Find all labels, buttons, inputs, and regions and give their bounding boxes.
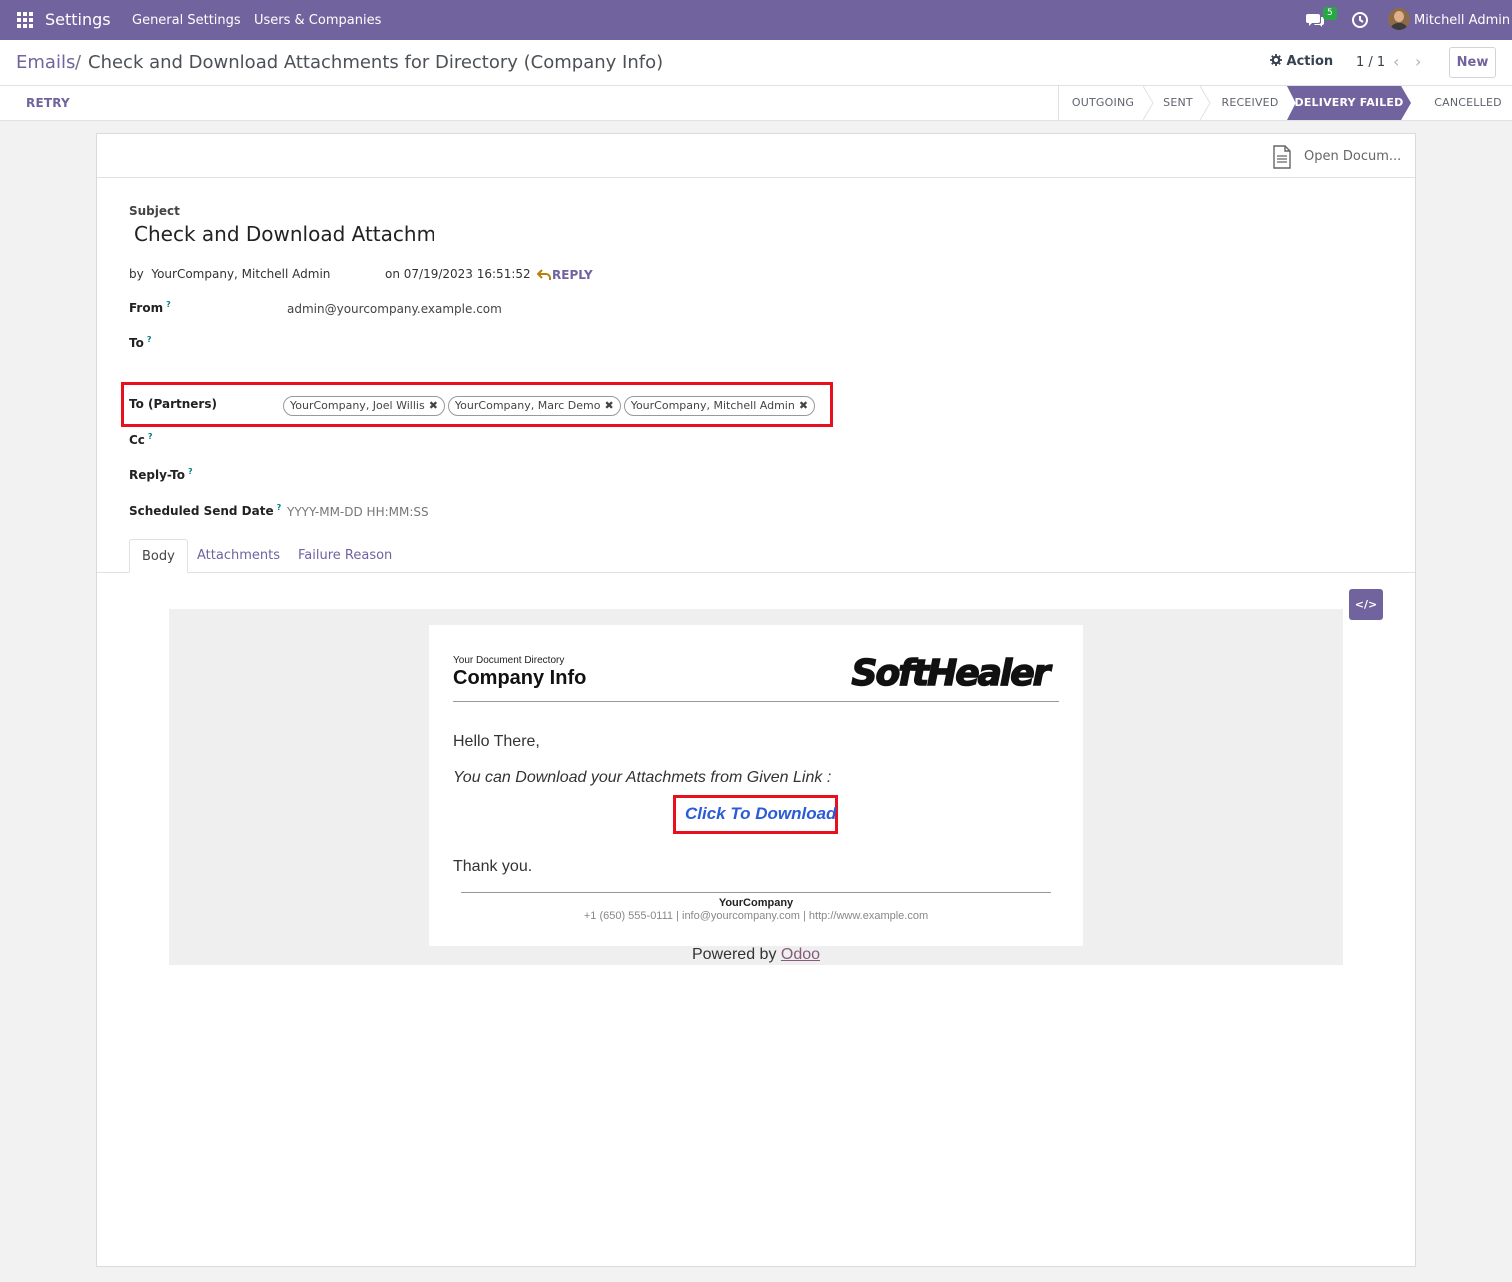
from-label: From? <box>129 300 171 315</box>
help-icon[interactable]: ? <box>188 467 193 476</box>
scheduled-date-input[interactable]: YYYY-MM-DD HH:MM:SS <box>287 505 429 519</box>
document-icon[interactable] <box>1272 145 1292 169</box>
reply-icon[interactable] <box>537 269 551 281</box>
partner-tag-label: YourCompany, Joel Willis <box>290 399 425 412</box>
open-document-button[interactable]: Open Docum... <box>1304 149 1401 164</box>
pager-value[interactable]: 1 / 1 <box>1356 55 1385 70</box>
chat-count-badge: 5 <box>1323 7 1337 20</box>
to-partners-label: To (Partners) <box>129 397 217 411</box>
cc-label-text: Cc <box>129 433 145 447</box>
from-label-text: From <box>129 301 164 315</box>
scheduled-label-text: Scheduled Send Date <box>129 504 274 518</box>
powered-by: Powered by Odoo <box>169 946 1343 964</box>
state-delivery-failed[interactable]: DELIVERY FAILED <box>1287 86 1411 120</box>
sheet-button-box: Open Docum... <box>97 134 1415 178</box>
tab-attachments[interactable]: Attachments <box>197 539 280 573</box>
thanks-text: Thank you. <box>453 858 533 875</box>
partner-tag[interactable]: YourCompany, Joel Willis ✖ <box>283 396 445 416</box>
menu-general-settings[interactable]: General Settings <box>132 13 241 28</box>
scheduled-label: Scheduled Send Date? <box>129 503 281 518</box>
top-navbar: Settings General Settings Users & Compan… <box>0 0 1512 40</box>
svg-text:SoftHealer: SoftHealer <box>852 653 1053 694</box>
email-body-preview: Your Document Directory Company Info Sof… <box>169 609 1343 965</box>
breadcrumb-emails[interactable]: Emails <box>16 52 75 73</box>
breadcrumb-current: Check and Download Attachments for Direc… <box>88 52 664 73</box>
control-panel: Emails / Check and Download Attachments … <box>0 40 1512 86</box>
app-name[interactable]: Settings <box>45 10 111 29</box>
menu-users-companies[interactable]: Users & Companies <box>254 13 381 28</box>
retry-button[interactable]: RETRY <box>26 96 70 110</box>
to-label-text: To <box>129 336 144 350</box>
to-label: To? <box>129 335 151 350</box>
gear-icon <box>1270 54 1282 66</box>
divider <box>453 701 1059 702</box>
subject-label: Subject <box>129 204 180 218</box>
date-line: on 07/19/2023 16:51:52 <box>385 267 531 281</box>
status-bar: RETRY OUTGOING SENT RECEIVED DELIVERY FA… <box>0 86 1512 121</box>
help-icon[interactable]: ? <box>147 335 152 344</box>
cc-label: Cc? <box>129 432 153 447</box>
reply-to-label: Reply-To? <box>129 467 193 482</box>
download-instruction: You can Download your Attachmets from Gi… <box>453 769 832 786</box>
remove-tag-icon[interactable]: ✖ <box>429 399 438 412</box>
clock-icon[interactable] <box>1351 11 1369 29</box>
avatar[interactable] <box>1388 8 1410 30</box>
partner-tag[interactable]: YourCompany, Marc Demo ✖ <box>447 396 621 416</box>
state-received[interactable]: RECEIVED <box>1211 86 1289 120</box>
form-sheet: Open Docum... Subject Check and Download… <box>96 133 1416 1267</box>
chevron-right-icon[interactable]: › <box>1415 52 1421 71</box>
tab-failure-reason[interactable]: Failure Reason <box>298 539 392 573</box>
footer-company: YourCompany <box>718 897 794 909</box>
powered-by-text: Powered by <box>691 946 777 963</box>
partner-tag-label: YourCompany, Marc Demo <box>454 399 601 412</box>
remove-tag-icon[interactable]: ✖ <box>604 399 613 412</box>
chat-icon[interactable] <box>1306 12 1324 28</box>
download-link[interactable]: Click To Download <box>685 804 836 824</box>
help-icon[interactable]: ? <box>277 503 282 512</box>
partners-tags[interactable]: YourCompany, Joel Willis ✖ YourCompany, M… <box>283 396 816 416</box>
directory-subtitle: Your Document Directory <box>453 655 565 666</box>
reply-to-label-text: Reply-To <box>129 468 185 482</box>
author-line: by YourCompany, Mitchell Admin <box>129 267 331 281</box>
divider <box>461 892 1051 893</box>
odoo-link[interactable]: Odoo <box>781 946 820 963</box>
code-view-icon[interactable]: </> <box>1349 589 1383 620</box>
apps-grid-icon[interactable] <box>17 12 33 28</box>
tab-body[interactable]: Body <box>129 539 188 573</box>
reply-button[interactable]: REPLY <box>552 268 593 282</box>
partner-tag-label: YourCompany, Mitchell Admin <box>630 399 795 412</box>
help-icon[interactable]: ? <box>148 432 153 441</box>
chevron-left-icon[interactable]: ‹ <box>1393 52 1399 71</box>
directory-title: Company Info <box>453 667 587 689</box>
breadcrumb-separator: / <box>75 52 82 73</box>
user-name[interactable]: Mitchell Admin <box>1414 13 1510 28</box>
greeting-text: Hello There, <box>453 733 540 750</box>
action-label: Action <box>1286 54 1334 69</box>
remove-tag-icon[interactable]: ✖ <box>799 399 808 412</box>
email-card: Your Document Directory Company Info Sof… <box>429 625 1083 946</box>
company-logo: SoftHealer <box>851 652 1056 695</box>
action-button[interactable]: Action <box>1270 54 1333 69</box>
state-selector: OUTGOING SENT RECEIVED DELIVERY FAILED C… <box>1058 86 1502 120</box>
notebook-tabs: Body Attachments Failure Reason <box>97 539 1415 573</box>
state-cancelled[interactable]: CANCELLED <box>1423 86 1512 120</box>
new-button[interactable]: New <box>1449 47 1496 78</box>
partner-tag[interactable]: YourCompany, Mitchell Admin ✖ <box>623 396 816 416</box>
help-icon[interactable]: ? <box>166 300 171 309</box>
from-field[interactable]: admin@yourcompany.example.com <box>287 302 502 316</box>
state-sent[interactable]: SENT <box>1153 86 1203 120</box>
footer-contact: +1 (650) 555-0111 | info@yourcompany.com… <box>583 910 929 922</box>
state-outgoing[interactable]: OUTGOING <box>1059 86 1147 120</box>
subject-field[interactable]: Check and Download Attachments for Direc… <box>134 222 434 246</box>
